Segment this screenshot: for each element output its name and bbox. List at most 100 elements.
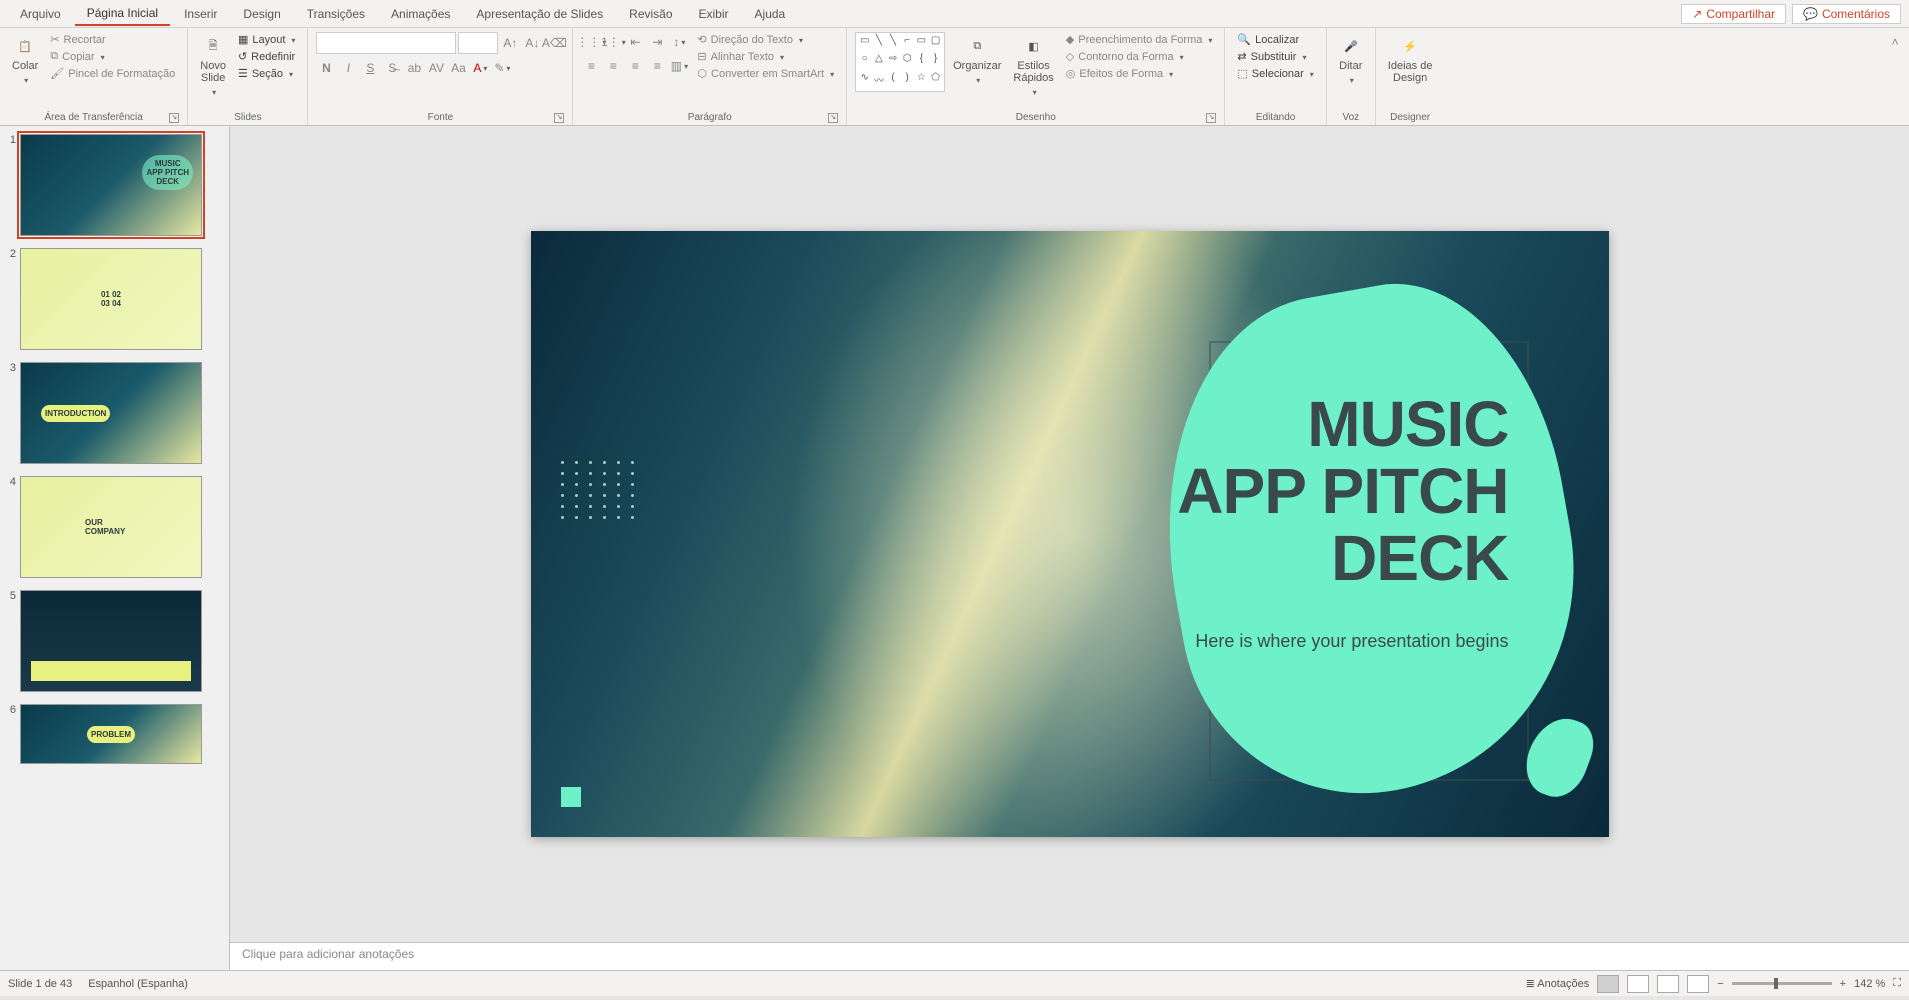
tab-arquivo[interactable]: Arquivo — [8, 3, 73, 25]
slide-title[interactable]: MUSIC APP PITCH DECK — [1177, 391, 1508, 593]
shadow-icon[interactable]: ab — [404, 58, 424, 78]
slide-thumbnail-1[interactable]: MUSIC APP PITCH DECK — [20, 134, 202, 236]
notes-toggle[interactable]: ≣ Anotações — [1526, 977, 1590, 990]
shape-rect-icon[interactable]: ▭ — [915, 35, 928, 52]
font-color-icon[interactable]: A — [470, 58, 490, 78]
shape-oval-icon[interactable]: ○ — [858, 53, 871, 70]
shape-arrow-icon[interactable]: ⇨ — [886, 53, 899, 70]
increase-font-icon[interactable]: A↑ — [500, 33, 520, 53]
share-button[interactable]: ↗Compartilhar — [1681, 4, 1786, 24]
dialog-launcher-icon[interactable]: ↘ — [1206, 113, 1216, 123]
shape-paren-icon[interactable]: ( — [886, 72, 899, 89]
find-button[interactable]: 🔍Localizar — [1233, 32, 1317, 47]
shape-outline-button[interactable]: ◇Contorno da Forma — [1062, 49, 1217, 64]
slide-thumbnail-4[interactable]: OUR COMPANY — [20, 476, 202, 578]
bold-icon[interactable]: N — [316, 58, 336, 78]
shape-hex-icon[interactable]: ⬡ — [901, 53, 914, 70]
reading-view-icon[interactable] — [1657, 975, 1679, 993]
slide-subtitle[interactable]: Here is where your presentation begins — [1195, 631, 1508, 652]
tab-revisao[interactable]: Revisão — [617, 3, 684, 25]
reset-button[interactable]: ↺Redefinir — [234, 49, 299, 64]
dialog-launcher-icon[interactable]: ↘ — [828, 113, 838, 123]
tab-transicoes[interactable]: Transições — [295, 3, 377, 25]
slide-counter[interactable]: Slide 1 de 43 — [8, 978, 72, 990]
numbering-icon[interactable]: 1⋮ — [603, 32, 623, 52]
tab-apresentacao[interactable]: Apresentação de Slides — [464, 3, 615, 25]
shape-fill-button[interactable]: ◆Preenchimento da Forma — [1062, 32, 1217, 47]
notes-pane[interactable]: Clique para adicionar anotações — [230, 942, 1909, 970]
new-slide-button[interactable]: 🗎 Novo Slide — [196, 32, 230, 100]
align-text-button[interactable]: ⊟Alinhar Texto — [693, 49, 838, 64]
shape-brace2-icon[interactable]: } — [929, 53, 942, 70]
increase-indent-icon[interactable]: ⇥ — [647, 32, 667, 52]
shape-line2-icon[interactable]: ╲ — [886, 35, 899, 52]
slide-thumbnail-2[interactable]: 01 02 03 04 — [20, 248, 202, 350]
sorter-view-icon[interactable] — [1627, 975, 1649, 993]
slide-thumbnail-3[interactable]: INTRODUCTION — [20, 362, 202, 464]
shape-curve-icon[interactable]: ∿ — [858, 72, 871, 89]
italic-icon[interactable]: I — [338, 58, 358, 78]
comments-button[interactable]: 💬Comentários — [1792, 4, 1901, 24]
slide-canvas[interactable]: MUSIC APP PITCH DECK Here is where your … — [531, 231, 1609, 837]
canvas-scroll[interactable]: MUSIC APP PITCH DECK Here is where your … — [230, 126, 1909, 942]
char-spacing-icon[interactable]: AV — [426, 58, 446, 78]
language-indicator[interactable]: Espanhol (Espanha) — [88, 978, 188, 990]
strikethrough-icon[interactable]: S̶ — [382, 58, 402, 78]
dictate-button[interactable]: 🎤 Ditar — [1335, 32, 1367, 88]
bullets-icon[interactable]: ⋮⋮ — [581, 32, 601, 52]
clear-formatting-icon[interactable]: A⌫ — [544, 33, 564, 53]
tab-animacoes[interactable]: Animações — [379, 3, 462, 25]
line-spacing-icon[interactable]: ↕ — [669, 32, 689, 52]
shape-star-icon[interactable]: ☆ — [915, 72, 928, 89]
zoom-slider[interactable] — [1732, 982, 1832, 985]
layout-button[interactable]: ▦Layout — [234, 32, 299, 47]
shape-scribble-icon[interactable]: 〰 — [872, 72, 885, 89]
text-direction-button[interactable]: ⟲Direção do Texto — [693, 32, 838, 47]
justify-icon[interactable]: ≡ — [647, 56, 667, 76]
dialog-launcher-icon[interactable]: ↘ — [169, 113, 179, 123]
format-painter-button[interactable]: 🖌Pincel de Formatação — [46, 66, 179, 81]
zoom-in-icon[interactable]: + — [1840, 978, 1846, 990]
shape-textbox-icon[interactable]: ▭ — [858, 35, 871, 52]
select-button[interactable]: ⬚Selecionar — [1233, 66, 1317, 81]
tab-exibir[interactable]: Exibir — [687, 3, 741, 25]
normal-view-icon[interactable] — [1597, 975, 1619, 993]
design-ideas-button[interactable]: ⚡ Ideias de Design — [1384, 32, 1437, 86]
highlight-icon[interactable]: ✎ — [492, 58, 512, 78]
slide-thumbnail-5[interactable] — [20, 590, 202, 692]
dialog-launcher-icon[interactable]: ↘ — [554, 113, 564, 123]
tab-pagina-inicial[interactable]: Página Inicial — [75, 2, 170, 26]
shape-roundrect-icon[interactable]: ▢ — [929, 35, 942, 52]
shape-triangle-icon[interactable]: △ — [872, 53, 885, 70]
align-left-icon[interactable]: ≡ — [581, 56, 601, 76]
shape-line-icon[interactable]: ╲ — [872, 35, 885, 52]
smartart-button[interactable]: ⬡Converter em SmartArt — [693, 66, 838, 81]
slide-thumbnails-panel[interactable]: 1MUSIC APP PITCH DECK 201 02 03 04 3INTR… — [0, 126, 230, 970]
tab-design[interactable]: Design — [231, 3, 292, 25]
columns-icon[interactable]: ▥ — [669, 56, 689, 76]
fit-window-icon[interactable]: ⛶ — [1893, 977, 1901, 990]
slide-thumbnail-6[interactable]: PROBLEM — [20, 704, 202, 764]
align-center-icon[interactable]: ≡ — [603, 56, 623, 76]
font-name-combo[interactable] — [316, 32, 456, 54]
shapes-gallery[interactable]: ▭╲╲⌐▭▢ ○△⇨⬡{} ∿〰()☆⬠ — [855, 32, 945, 92]
replace-button[interactable]: ⇄Substituir — [1233, 49, 1317, 64]
section-button[interactable]: ☰Seção — [234, 66, 299, 81]
align-right-icon[interactable]: ≡ — [625, 56, 645, 76]
shape-paren2-icon[interactable]: ) — [901, 72, 914, 89]
cut-button[interactable]: ✂Recortar — [46, 32, 179, 47]
decrease-font-icon[interactable]: A↓ — [522, 33, 542, 53]
arrange-button[interactable]: ⧉ Organizar — [949, 32, 1005, 88]
decrease-indent-icon[interactable]: ⇤ — [625, 32, 645, 52]
change-case-icon[interactable]: Aa — [448, 58, 468, 78]
shape-brace-icon[interactable]: { — [915, 53, 928, 70]
shape-connector-icon[interactable]: ⌐ — [901, 35, 914, 52]
paste-button[interactable]: 📋 Colar — [8, 32, 42, 88]
tab-inserir[interactable]: Inserir — [172, 3, 229, 25]
collapse-ribbon-icon[interactable]: ˄ — [1885, 32, 1905, 52]
slideshow-view-icon[interactable] — [1687, 975, 1709, 993]
copy-button[interactable]: ⧉Copiar — [46, 49, 179, 64]
shape-callout-icon[interactable]: ⬠ — [929, 72, 942, 89]
zoom-level[interactable]: 142 % — [1854, 978, 1885, 990]
quick-styles-button[interactable]: ◧ Estilos Rápidos — [1009, 32, 1057, 100]
